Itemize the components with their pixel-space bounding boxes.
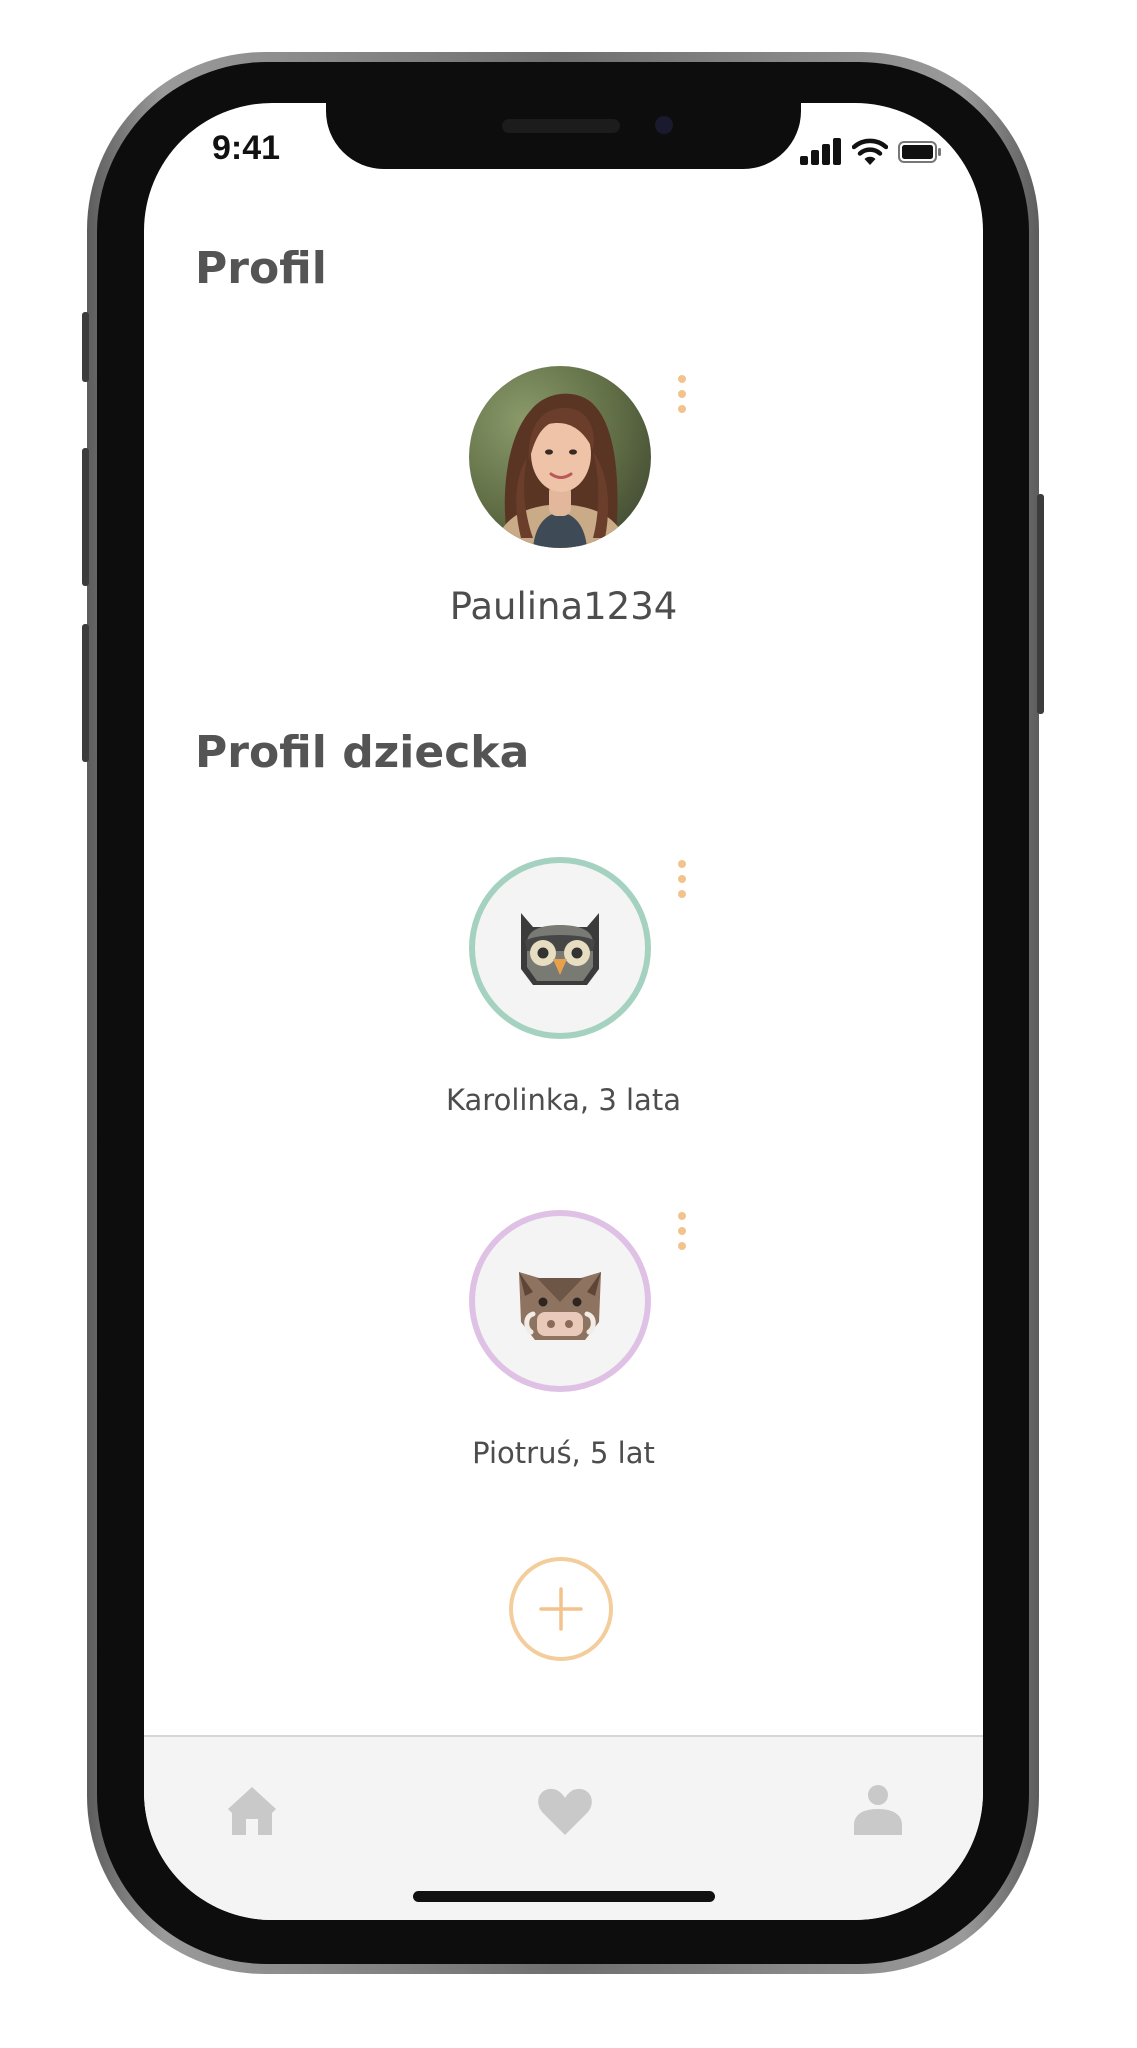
volume-down-button <box>82 624 89 762</box>
child-avatar-piotrus[interactable] <box>469 1210 651 1392</box>
wifi-icon <box>851 137 889 167</box>
person-icon <box>854 1785 902 1835</box>
earpiece-speaker <box>502 119 620 133</box>
power-button <box>1037 494 1044 714</box>
child-name-karolinka: Karolinka, 3 lata <box>446 1083 681 1117</box>
child-section-title: Profil dziecka <box>195 727 530 778</box>
piotrus-more-options-icon[interactable] <box>677 1212 687 1256</box>
profile-section-title: Profil <box>195 243 327 294</box>
child-avatar-karolinka[interactable] <box>469 857 651 1039</box>
app-screen: 9:41 Profil Paulina1234 Profil dziecka K… <box>144 103 983 1920</box>
silent-switch <box>82 312 89 382</box>
add-child-button[interactable] <box>509 1557 613 1661</box>
child-name-piotrus: Piotruś, 5 lat <box>472 1436 655 1470</box>
user-name: Paulina1234 <box>449 585 678 628</box>
nav-profile-button[interactable] <box>846 1779 910 1843</box>
boar-icon <box>519 1272 601 1340</box>
plus-icon <box>539 1587 583 1631</box>
status-time: 9:41 <box>212 129 281 167</box>
front-camera <box>655 116 673 134</box>
heart-icon <box>538 1788 592 1835</box>
nav-home-button[interactable] <box>220 1779 284 1843</box>
user-more-options-icon[interactable] <box>677 375 687 419</box>
volume-up-button <box>82 448 89 586</box>
karolinka-more-options-icon[interactable] <box>677 860 687 904</box>
home-icon <box>228 1787 276 1835</box>
battery-icon <box>898 141 942 163</box>
status-icons <box>800 137 942 167</box>
nav-favorites-button[interactable] <box>533 1779 597 1843</box>
signal-icon <box>800 137 842 167</box>
owl-icon <box>521 913 599 985</box>
home-indicator <box>413 1891 715 1902</box>
user-avatar[interactable] <box>469 366 651 548</box>
notch <box>326 103 801 169</box>
